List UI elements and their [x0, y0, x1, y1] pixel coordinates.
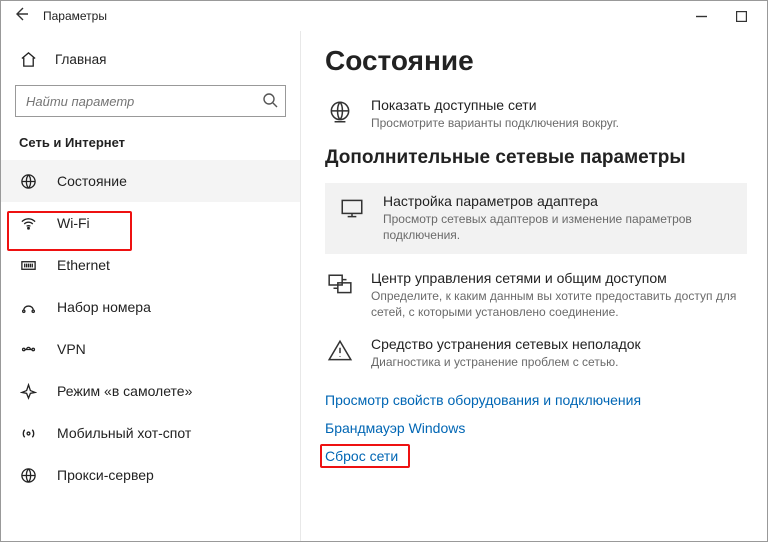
airplane-icon — [19, 382, 37, 400]
hotspot-icon — [19, 424, 37, 442]
sidebar-section-label: Сеть и Интернет — [1, 131, 300, 160]
card-adapter[interactable]: Настройка параметров адаптера Просмотр с… — [325, 183, 747, 253]
adapter-icon — [337, 193, 367, 223]
sidebar-item-hotspot[interactable]: Мобильный хот-спот — [1, 412, 300, 454]
subhead-advanced: Дополнительные сетевые параметры — [325, 147, 747, 169]
sidebar-item-proxy[interactable]: Прокси-сервер — [1, 454, 300, 496]
row-sharing-center[interactable]: Центр управления сетями и общим доступом… — [325, 270, 747, 320]
window-title: Параметры — [43, 9, 107, 23]
row-desc: Просмотрите варианты подключения вокруг. — [371, 115, 747, 131]
maximize-button[interactable] — [721, 2, 761, 30]
sidebar: Главная Сеть и Интернет Состояние Wi-Fi … — [1, 31, 301, 541]
search-input[interactable] — [15, 85, 286, 117]
content: Состояние Показать доступные сети Просмо… — [301, 31, 767, 541]
sidebar-item-vpn[interactable]: VPN — [1, 328, 300, 370]
sidebar-item-ethernet[interactable]: Ethernet — [1, 244, 300, 286]
dialup-icon — [19, 298, 37, 316]
sidebar-item-status[interactable]: Состояние — [1, 160, 300, 202]
back-button[interactable] — [7, 6, 35, 27]
sidebar-item-airplane[interactable]: Режим «в самолете» — [1, 370, 300, 412]
vpn-icon — [19, 340, 37, 358]
row-desc: Определите, к каким данным вы хотите пре… — [371, 288, 747, 320]
settings-window: Параметры Главная Сеть и Интернет Сос — [0, 0, 768, 542]
sidebar-item-label: VPN — [57, 341, 86, 357]
globe-icon — [19, 172, 37, 190]
sidebar-item-label: Набор номера — [57, 299, 151, 315]
globe-icon — [325, 97, 355, 127]
page-title: Состояние — [325, 45, 747, 77]
link-network-reset[interactable]: Сброс сети — [325, 448, 398, 464]
row-title: Средство устранения сетевых неполадок — [371, 336, 747, 352]
row-desc: Просмотр сетевых адаптеров и изменение п… — [383, 211, 735, 243]
row-desc: Диагностика и устранение проблем с сетью… — [371, 354, 747, 370]
sidebar-home[interactable]: Главная — [1, 39, 300, 79]
wifi-icon — [19, 214, 37, 232]
row-troubleshoot[interactable]: Средство устранения сетевых неполадок Ди… — [325, 336, 747, 370]
titlebar: Параметры — [1, 1, 767, 31]
minimize-button[interactable] — [681, 2, 721, 30]
sidebar-item-label: Режим «в самолете» — [57, 383, 192, 399]
proxy-icon — [19, 466, 37, 484]
sidebar-item-label: Ethernet — [57, 257, 110, 273]
home-icon — [19, 50, 37, 68]
row-title: Центр управления сетями и общим доступом — [371, 270, 747, 286]
sidebar-item-wifi[interactable]: Wi-Fi — [1, 202, 300, 244]
ethernet-icon — [19, 256, 37, 274]
sidebar-item-label: Прокси-сервер — [57, 467, 154, 483]
sidebar-item-label: Мобильный хот-спот — [57, 425, 191, 441]
sharing-icon — [325, 270, 355, 300]
link-hw-props[interactable]: Просмотр свойств оборудования и подключе… — [325, 392, 641, 408]
sidebar-item-dialup[interactable]: Набор номера — [1, 286, 300, 328]
sidebar-item-label: Состояние — [57, 173, 127, 189]
row-title: Настройка параметров адаптера — [383, 193, 735, 209]
row-title: Показать доступные сети — [371, 97, 747, 113]
link-firewall[interactable]: Брандмауэр Windows — [325, 420, 465, 436]
sidebar-home-label: Главная — [55, 52, 106, 67]
search-wrap — [15, 85, 286, 117]
warning-icon — [325, 336, 355, 366]
sidebar-item-label: Wi-Fi — [57, 215, 90, 231]
row-show-networks[interactable]: Показать доступные сети Просмотрите вари… — [325, 97, 747, 131]
search-icon — [262, 92, 278, 113]
